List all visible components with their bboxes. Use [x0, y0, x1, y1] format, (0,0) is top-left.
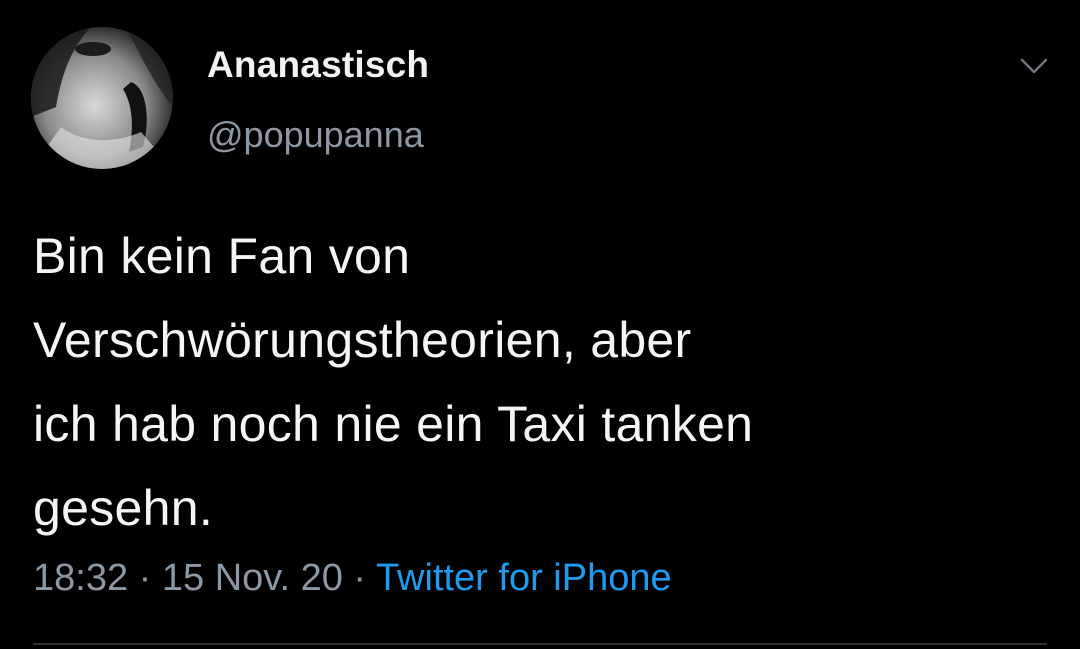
meta-separator: ·	[128, 557, 162, 599]
more-options-button[interactable]	[1012, 48, 1056, 84]
tweet-meta: 18:32 · 15 Nov. 20 · Twitter for iPhone	[33, 557, 672, 600]
tweet-text-line: Verschwörungstheorien, aber	[33, 312, 692, 368]
tweet-date[interactable]: 15 Nov. 20	[162, 557, 343, 599]
avatar-image	[31, 27, 173, 169]
tweet-text-line: gesehn.	[33, 480, 214, 536]
tweet-text-line: Bin kein Fan von	[33, 228, 411, 284]
avatar[interactable]	[31, 27, 173, 169]
tweet-time[interactable]: 18:32	[33, 557, 128, 599]
divider	[33, 643, 1047, 645]
chevron-down-icon	[1020, 58, 1048, 74]
tweet-card: Ananastisch @popupanna Bin kein Fan von …	[0, 0, 1080, 649]
tweet-text-line: ich hab noch nie ein Taxi tanken	[33, 396, 754, 452]
display-name[interactable]: Ananastisch	[207, 44, 429, 86]
tweet-source-link[interactable]: Twitter for iPhone	[376, 557, 672, 599]
user-handle[interactable]: @popupanna	[207, 114, 424, 156]
tweet-text: Bin kein Fan von Verschwörungstheorien, …	[33, 214, 1033, 550]
meta-separator: ·	[342, 557, 376, 599]
